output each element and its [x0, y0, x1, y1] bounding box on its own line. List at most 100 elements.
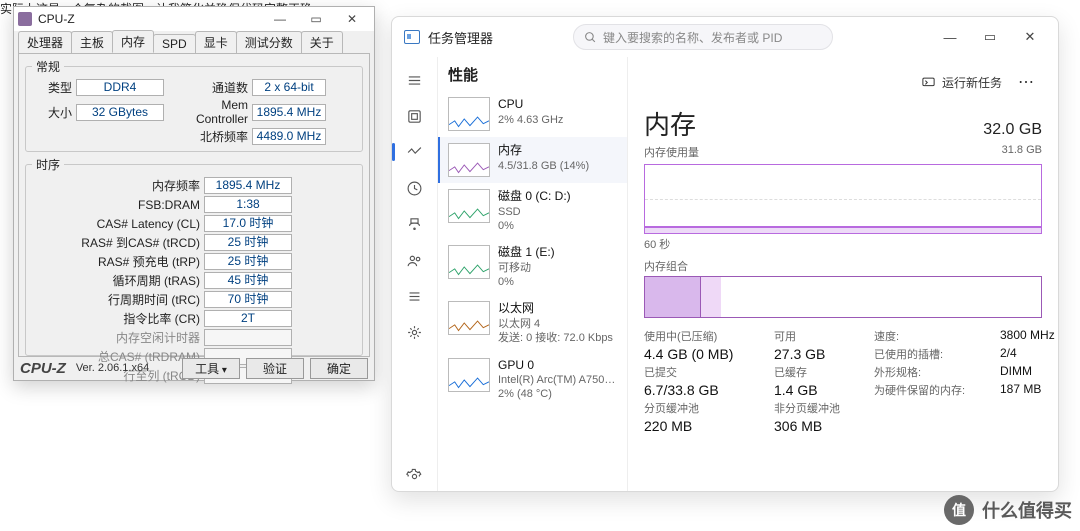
hamburger-icon[interactable]	[400, 65, 430, 95]
panel-gpu0[interactable]: GPU 0Intel(R) Arc(TM) A750…2% (48 °C)	[438, 352, 627, 408]
panel-thumb	[448, 301, 490, 335]
panel-sub: SSD	[498, 205, 571, 219]
more-button[interactable]: ⋯	[1010, 72, 1042, 92]
memory-composition-bar	[644, 276, 1042, 318]
timings-legend: 时序	[32, 156, 64, 173]
tm-app-icon	[404, 30, 420, 44]
timing-label-disabled: 内存空闲计时器	[52, 329, 200, 346]
tm-minimize-button[interactable]: —	[930, 22, 970, 52]
panel-sub: Intel(R) Arc(TM) A750…	[498, 373, 615, 387]
panel-thumb	[448, 245, 490, 279]
size-value: 32 GBytes	[76, 104, 164, 121]
panel-sub: 2% 4.63 GHz	[498, 113, 563, 127]
timing-value: 25 时钟	[204, 234, 292, 251]
size-label: 大小	[32, 104, 72, 121]
tab-bench[interactable]: 测试分数	[236, 31, 302, 53]
panel-list: 性能 CPU2% 4.63 GHz内存4.5/31.8 GB (14%)磁盘 0…	[438, 57, 628, 491]
panel-name: GPU 0	[498, 358, 615, 374]
memory-title: 内存	[644, 105, 696, 142]
nav-startup-icon[interactable]	[400, 209, 430, 239]
panel-sub2: 0%	[498, 219, 571, 233]
general-legend: 常规	[32, 58, 64, 75]
nb-label: 北桥频率	[168, 128, 248, 145]
tab-about[interactable]: 关于	[301, 31, 343, 53]
task-manager-window: 任务管理器 键入要搜索的名称、发布者或 PID — ▭ ✕ 性能	[391, 16, 1059, 492]
nav-processes-icon[interactable]	[400, 101, 430, 131]
minimize-button[interactable]: —	[262, 9, 298, 29]
panel-[interactable]: 内存4.5/31.8 GB (14%)	[438, 137, 627, 183]
search-icon	[584, 31, 597, 44]
nav-apphistory-icon[interactable]	[400, 173, 430, 203]
usage-label: 内存使用量	[644, 144, 699, 160]
tab-spd[interactable]: SPD	[153, 34, 196, 53]
composition-label: 内存组合	[644, 258, 1042, 274]
usage-max: 31.8 GB	[1002, 144, 1042, 160]
performance-heading: 性能	[448, 64, 478, 85]
timing-value: 1:38	[204, 196, 292, 213]
cpuz-title: CPU-Z	[38, 12, 75, 26]
type-label: 类型	[32, 79, 72, 96]
cpuz-version: Ver. 2.06.1.x64	[76, 362, 149, 374]
panel-sub2: 0%	[498, 275, 555, 289]
panel-sub: 可移动	[498, 261, 555, 275]
panel-sub: 4.5/31.8 GB (14%)	[498, 159, 589, 173]
timing-label: 内存频率	[52, 177, 200, 194]
nav-rail	[392, 57, 438, 491]
nav-details-icon[interactable]	[400, 281, 430, 311]
timing-value-disabled	[204, 329, 292, 346]
cpuz-app-icon	[18, 12, 32, 26]
watermark: 值 什么值得买	[944, 495, 1072, 525]
detail-pane: 运行新任务 ⋯ 内存 32.0 GB 内存使用量 31.8 GB 60 秒 内存…	[628, 57, 1058, 491]
panel-name: 磁盘 0 (C: D:)	[498, 189, 571, 205]
panel-thumb	[448, 358, 490, 392]
panel-sub2: 2% (48 °C)	[498, 387, 615, 401]
tab-mainboard[interactable]: 主板	[71, 31, 113, 53]
panel-name: 磁盘 1 (E:)	[498, 245, 555, 261]
nav-settings-icon[interactable]	[400, 461, 430, 491]
validate-button[interactable]: 验证	[246, 358, 304, 379]
cpuz-tabbar: 处理器 主板 内存 SPD 显卡 测试分数 关于	[14, 31, 374, 53]
timing-label: FSB:DRAM	[52, 198, 200, 212]
panel-cpu[interactable]: CPU2% 4.63 GHz	[438, 91, 627, 137]
tm-close-button[interactable]: ✕	[1010, 22, 1050, 52]
timing-label: RAS# 到CAS# (tRCD)	[52, 234, 200, 251]
timing-value: 45 时钟	[204, 272, 292, 289]
panel-0cd[interactable]: 磁盘 0 (C: D:)SSD0%	[438, 183, 627, 239]
watermark-badge: 值	[944, 495, 974, 525]
tm-titlebar[interactable]: 任务管理器 键入要搜索的名称、发布者或 PID — ▭ ✕	[392, 17, 1058, 57]
cpuz-footer: CPU-Z Ver. 2.06.1.x64 工具 验证 确定	[14, 356, 374, 380]
panel-1e[interactable]: 磁盘 1 (E:)可移动0%	[438, 239, 627, 295]
panel-thumb	[448, 97, 490, 131]
panel-name: 内存	[498, 143, 589, 159]
ok-button[interactable]: 确定	[310, 358, 368, 379]
run-new-task-button[interactable]: 运行新任务	[913, 70, 1010, 95]
timing-label: 指令比率 (CR)	[52, 310, 200, 327]
run-task-icon	[921, 75, 936, 90]
nav-services-icon[interactable]	[400, 317, 430, 347]
panel-name: CPU	[498, 97, 563, 113]
maximize-button[interactable]: ▭	[298, 9, 334, 29]
mc-label: Mem Controller	[168, 98, 248, 126]
timing-value: 17.0 时钟	[204, 215, 292, 232]
panel-sub2: 发送: 0 接收: 72.0 Kbps	[498, 331, 613, 345]
panel-name: 以太网	[498, 301, 613, 317]
mc-value: 1895.4 MHz	[252, 104, 326, 121]
tab-memory[interactable]: 内存	[112, 30, 154, 53]
panel-[interactable]: 以太网以太网 4发送: 0 接收: 72.0 Kbps	[438, 295, 627, 351]
nav-performance-icon[interactable]	[400, 137, 430, 167]
search-input[interactable]: 键入要搜索的名称、发布者或 PID	[573, 24, 833, 50]
cpuz-titlebar[interactable]: CPU-Z — ▭ ✕	[14, 7, 374, 31]
channel-value: 2 x 64-bit	[252, 79, 326, 96]
tm-maximize-button[interactable]: ▭	[970, 22, 1010, 52]
memory-usage-graph	[644, 164, 1042, 234]
tm-title: 任务管理器	[428, 28, 493, 47]
tools-button[interactable]: 工具	[182, 358, 240, 379]
close-button[interactable]: ✕	[334, 9, 370, 29]
timings-group: 时序 内存频率1895.4 MHzFSB:DRAM1:38CAS# Latenc…	[25, 156, 363, 356]
timing-label: CAS# Latency (CL)	[52, 217, 200, 231]
tab-graphics[interactable]: 显卡	[195, 31, 237, 53]
nav-users-icon[interactable]	[400, 245, 430, 275]
timing-label: 循环周期 (tRAS)	[52, 272, 200, 289]
tab-cpu[interactable]: 处理器	[18, 31, 72, 53]
general-group: 常规 类型 DDR4 通道数 2 x 64-bit 大小 32 GBytes M…	[25, 58, 363, 152]
